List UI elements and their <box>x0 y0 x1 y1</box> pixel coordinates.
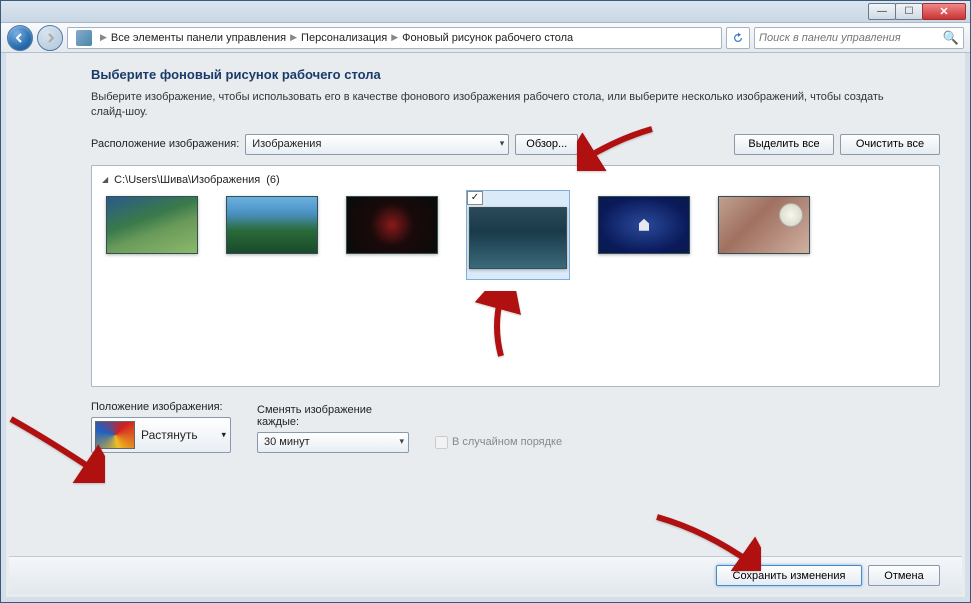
folder-header[interactable]: ◢ C:\Users\Шива\Изображения (6) <box>102 174 929 186</box>
folder-count: (6) <box>266 174 279 186</box>
page-description: Выберите изображение, чтобы использовать… <box>91 90 911 120</box>
thumbnail-checkbox[interactable]: ✓ <box>467 191 483 205</box>
thumbnail-item[interactable] <box>718 196 810 286</box>
chevron-right-icon: ▶ <box>100 32 107 43</box>
clear-all-button[interactable]: Очистить все <box>840 134 940 155</box>
titlebar: — ☐ ✕ <box>1 1 970 23</box>
close-button[interactable]: ✕ <box>922 3 966 20</box>
location-row: Расположение изображения: Изображения Об… <box>91 134 940 155</box>
position-combo[interactable]: Растянуть <box>91 417 231 453</box>
cancel-button[interactable]: Отмена <box>868 565 940 586</box>
refresh-button[interactable] <box>726 27 750 49</box>
location-label: Расположение изображения: <box>91 138 239 150</box>
nav-bar: ▶ Все элементы панели управления ▶ Персо… <box>1 23 970 53</box>
thumbnail-item[interactable] <box>598 196 690 286</box>
chevron-right-icon: ▶ <box>290 32 297 43</box>
minimize-button[interactable]: — <box>868 3 896 20</box>
position-label: Положение изображения: <box>91 401 231 413</box>
location-combo[interactable]: Изображения <box>245 134 509 155</box>
search-input[interactable] <box>759 32 943 44</box>
thumbnail-item-selected[interactable]: ✓ <box>466 190 570 280</box>
shuffle-input[interactable] <box>435 436 448 449</box>
chevron-right-icon: ▶ <box>391 32 398 43</box>
window-frame: — ☐ ✕ ▶ Все элементы панели управления ▶… <box>0 0 971 603</box>
breadcrumb[interactable]: ▶ Все элементы панели управления ▶ Персо… <box>67 27 722 49</box>
control-panel-icon <box>76 30 92 46</box>
collapse-icon: ◢ <box>102 175 108 184</box>
page-title: Выберите фоновый рисунок рабочего стола <box>91 67 940 82</box>
shuffle-checkbox[interactable]: В случайном порядке <box>435 436 562 449</box>
interval-combo[interactable]: 30 минут <box>257 432 409 453</box>
options-row: Положение изображения: Растянуть Сменять… <box>91 401 940 453</box>
search-box[interactable]: 🔍 <box>754 27 964 49</box>
save-button[interactable]: Сохранить изменения <box>716 565 862 586</box>
maximize-button[interactable]: ☐ <box>895 3 923 20</box>
breadcrumb-item[interactable]: Фоновый рисунок рабочего стола <box>402 32 573 44</box>
footer-bar: Сохранить изменения Отмена <box>9 556 962 594</box>
content-pane: Выберите фоновый рисунок рабочего стола … <box>1 53 970 558</box>
breadcrumb-item[interactable]: Все элементы панели управления <box>111 32 286 44</box>
gallery-frame: ◢ C:\Users\Шива\Изображения (6) ✓ <box>91 165 940 387</box>
thumbnail-item[interactable] <box>346 196 438 286</box>
interval-label: Сменять изображение каждые: <box>257 404 397 428</box>
back-button[interactable] <box>7 25 33 51</box>
select-all-button[interactable]: Выделить все <box>734 134 834 155</box>
folder-path: C:\Users\Шива\Изображения <box>114 174 260 186</box>
forward-button[interactable] <box>37 25 63 51</box>
thumbnail-item[interactable] <box>106 196 198 286</box>
thumbnail-item[interactable] <box>226 196 318 286</box>
search-icon: 🔍 <box>943 30 959 46</box>
thumbnails-row: ✓ <box>102 194 929 288</box>
breadcrumb-item[interactable]: Персонализация <box>301 32 387 44</box>
position-preview-icon <box>95 421 135 449</box>
browse-button[interactable]: Обзор... <box>515 134 578 155</box>
